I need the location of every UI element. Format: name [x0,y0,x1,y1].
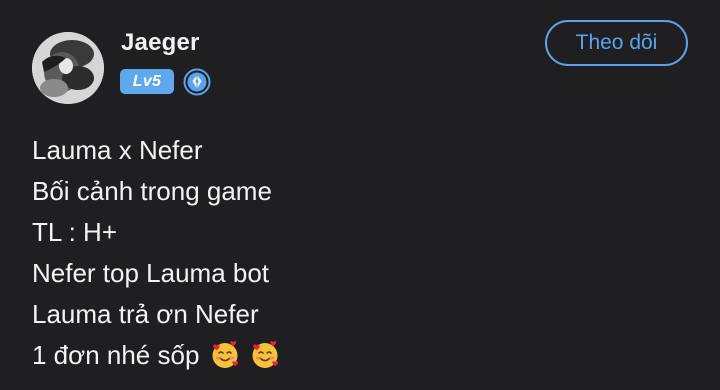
level-badge: Lv5 [120,69,174,94]
smiling-face-with-hearts-icon [250,340,280,370]
creator-badge-icon [183,68,211,96]
follow-button[interactable]: Theo dõi [545,20,688,66]
post-content: Lauma x Nefer Bối cảnh trong game TL : H… [32,130,280,376]
post-line-text: 1 đơn nhé sốp [32,340,200,370]
post-line: Lauma x Nefer [32,135,203,165]
avatar-image [32,32,104,104]
post-line: Nefer top Lauma bot [32,258,270,288]
avatar[interactable] [32,32,104,104]
post-card: Jaeger Lv5 Theo dõi Lauma x Nefer Bối cả… [0,0,720,390]
post-line: Bối cảnh trong game [32,176,272,206]
post-line: TL : H+ [32,217,118,247]
post-line-last: 1 đơn nhé sốp [32,335,280,376]
username[interactable]: Jaeger [121,29,200,57]
smiling-face-with-hearts-icon [210,340,240,370]
post-line: Lauma trả ơn Nefer [32,299,259,329]
